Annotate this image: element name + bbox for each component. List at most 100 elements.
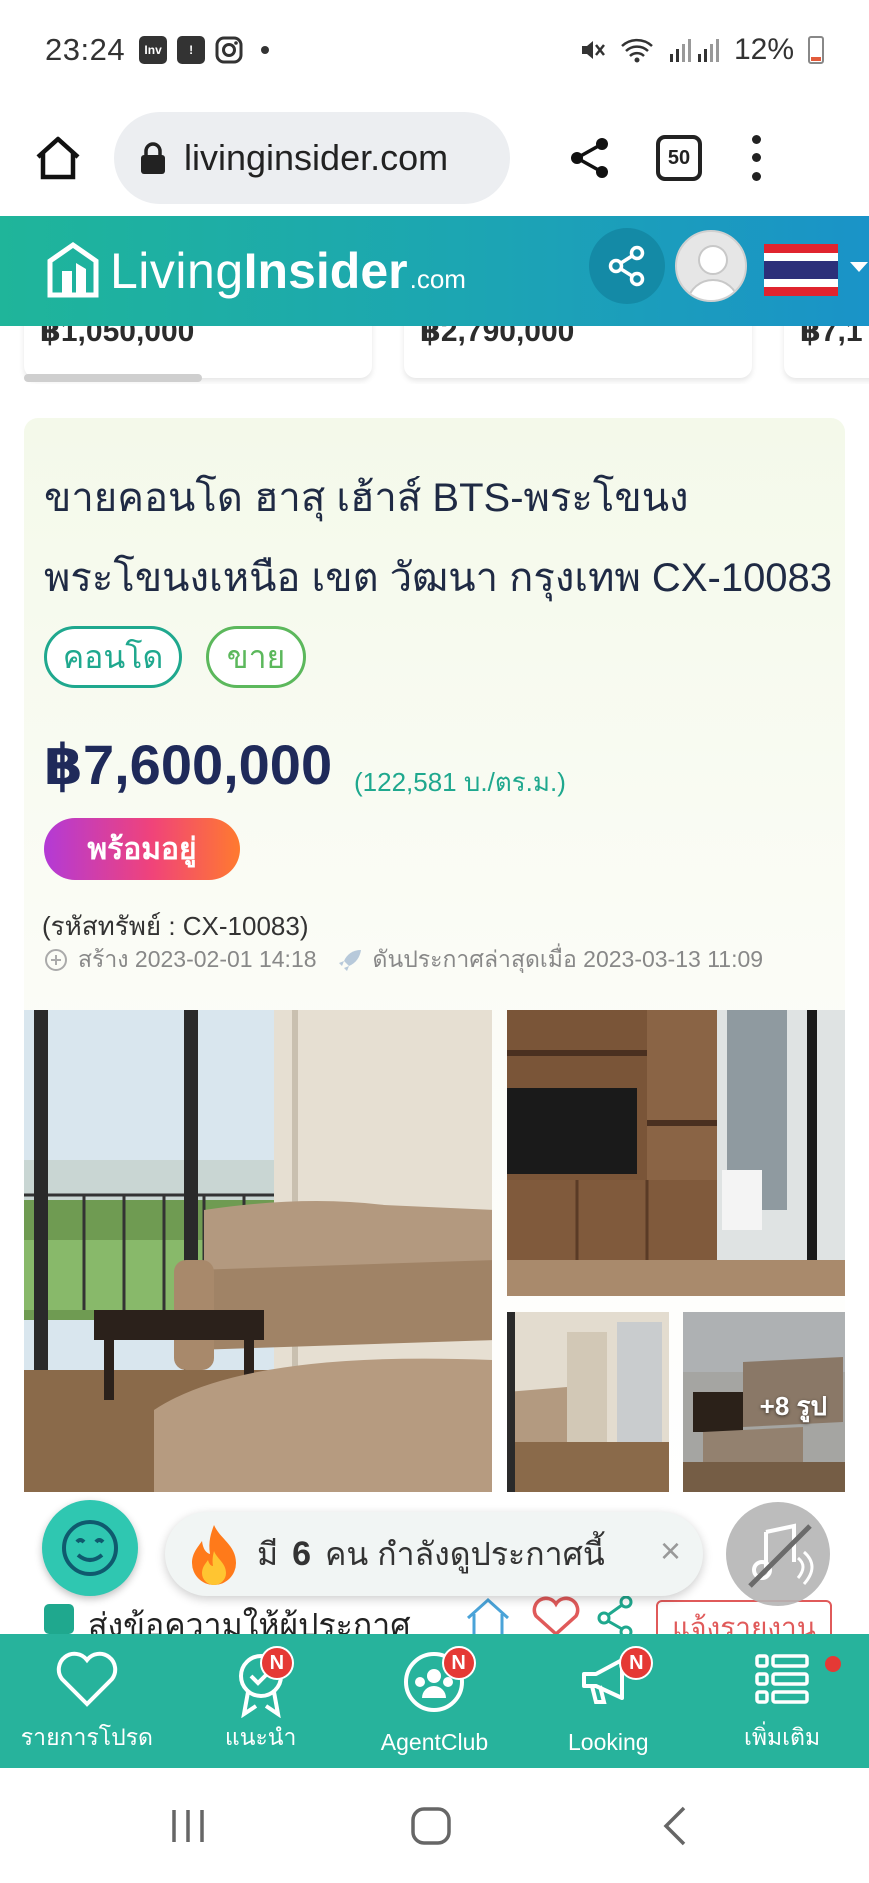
- nav-more-notification-dot: [825, 1656, 842, 1672]
- nav-recommended-label: แนะนำ: [224, 1724, 297, 1750]
- battery-percent: 12%: [733, 33, 794, 66]
- carousel-card-price: ฿1,050,000: [40, 326, 195, 348]
- gallery-main-photo[interactable]: [24, 1010, 492, 1492]
- android-navigation-bar: [0, 1768, 869, 1883]
- tag-condo[interactable]: คอนโด: [44, 626, 182, 688]
- app-badge-icon: Inv: [139, 36, 168, 64]
- share-icon: [571, 138, 608, 178]
- logo-word-living: Living: [110, 243, 244, 299]
- nav-agentclub[interactable]: N AgentClub: [348, 1634, 522, 1768]
- wifi-icon: [621, 38, 653, 63]
- viewers-suffix: คน กำลังดูประกาศนี้: [325, 1535, 605, 1572]
- home-icon: [36, 136, 80, 180]
- contact-owner-label[interactable]: ส่งข้อความให้ผู้ประกาศ: [88, 1600, 411, 1636]
- menu-list-icon: [755, 1654, 809, 1704]
- browser-menu-button[interactable]: [746, 130, 766, 186]
- nav-favorites-label: รายการโปรด: [20, 1724, 153, 1750]
- living-room-photo: [24, 1010, 492, 1492]
- recent-apps-icon[interactable]: [168, 1808, 208, 1844]
- logo-house-icon: [47, 241, 99, 298]
- contact-row: ส่งข้อความให้ผู้ประกาศ แจ้งรายงาน: [24, 1596, 845, 1636]
- listing-price: ฿7,600,000: [44, 733, 333, 796]
- alert-icon: !: [177, 36, 206, 64]
- created-date: สร้าง 2023-02-01 14:18: [78, 946, 317, 972]
- home-compare-icon[interactable]: [464, 1596, 512, 1636]
- more-dot-icon: [751, 134, 761, 144]
- nav-looking-badge: N: [619, 1646, 654, 1680]
- room-photo: [507, 1312, 669, 1492]
- back-icon[interactable]: [660, 1804, 690, 1848]
- nav-looking[interactable]: N Looking: [521, 1634, 695, 1768]
- nav-recommended[interactable]: N แนะนำ: [174, 1634, 348, 1768]
- home-button[interactable]: [30, 130, 86, 186]
- carousel-card[interactable]: ฿2,790,000: [404, 326, 752, 378]
- share-listing-icon[interactable]: [594, 1596, 638, 1636]
- rocket-icon: [338, 950, 361, 971]
- favorite-heart-icon[interactable]: [530, 1596, 582, 1636]
- signal-icon: [669, 39, 719, 62]
- gallery-more-photos[interactable]: +8 รูป: [683, 1312, 845, 1492]
- tab-switcher-button[interactable]: 50: [656, 135, 702, 181]
- user-avatar[interactable]: [675, 230, 747, 302]
- related-listings-carousel: ฿1,050,000 ฿2,790,000 ฿7,1: [0, 326, 869, 384]
- chat-bot-button[interactable]: [42, 1500, 138, 1596]
- nav-looking-label: Looking: [567, 1729, 649, 1755]
- logo-word-insider: Insider: [243, 243, 408, 299]
- property-code: (รหัสทรัพย์ : CX-10083): [42, 911, 309, 941]
- carousel-card[interactable]: ฿7,1: [784, 326, 869, 378]
- more-photos-count: +8 รูป: [759, 1391, 827, 1421]
- site-header: Living Insider .com: [0, 216, 869, 326]
- page: 23:24 Inv ! 12% livinginsider.com 50 Liv…: [0, 0, 869, 1883]
- smiley-face-icon: [62, 1520, 118, 1576]
- browser-share-button[interactable]: [562, 130, 618, 186]
- carousel-scroll-indicator: [24, 374, 202, 382]
- tag-sale[interactable]: ขาย: [206, 626, 306, 688]
- avatar-placeholder-icon: [686, 245, 740, 300]
- carousel-card-price: ฿7,1: [800, 326, 863, 348]
- report-button[interactable]: แจ้งรายงาน: [656, 1600, 832, 1636]
- more-dot-icon: [751, 172, 761, 182]
- nav-agentclub-label: AgentClub: [380, 1729, 489, 1755]
- bottom-navigation: รายการโปรด N แนะนำ N AgentClub N Looking…: [0, 1634, 869, 1768]
- listing-card: ขายคอนโด ฮาสุ เฮ้าส์ BTS-พระโขนง พระโขนง…: [24, 418, 845, 1510]
- message-checkbox-icon[interactable]: [44, 1604, 74, 1634]
- header-share-button[interactable]: [589, 228, 665, 304]
- music-muted-icon: [748, 1523, 814, 1588]
- status-right: 12%: [578, 33, 824, 67]
- address-bar[interactable]: livinginsider.com: [114, 112, 510, 204]
- gallery-photo[interactable]: [507, 1010, 845, 1296]
- nav-more-label: เพิ่มเติม: [744, 1724, 821, 1750]
- thai-flag-icon[interactable]: [764, 244, 838, 297]
- sound-toggle-button[interactable]: [726, 1502, 830, 1606]
- created-icon: [45, 949, 67, 971]
- fire-icon: [192, 1525, 236, 1585]
- nav-agentclub-badge: N: [441, 1646, 476, 1680]
- photo-gallery: +8 รูป: [24, 1010, 845, 1510]
- status-time: 23:24: [45, 32, 126, 67]
- close-viewers-banner-button[interactable]: ×: [660, 1530, 681, 1572]
- tv-cabinet-photo: [507, 1010, 845, 1296]
- lock-icon: [141, 142, 165, 174]
- share-icon: [608, 245, 645, 287]
- viewers-prefix: มี: [257, 1535, 279, 1572]
- nav-more[interactable]: เพิ่มเติม: [695, 1634, 869, 1768]
- gallery-photo[interactable]: [507, 1312, 669, 1492]
- language-dropdown-caret-icon[interactable]: [850, 262, 868, 272]
- nav-recommended-badge: N: [259, 1646, 294, 1680]
- status-bar: 23:24 Inv ! 12%: [0, 0, 869, 100]
- url-text: livinginsider.com: [184, 137, 449, 178]
- instagram-icon: [215, 36, 243, 64]
- carousel-card[interactable]: ฿1,050,000: [24, 326, 372, 378]
- android-home-icon[interactable]: [410, 1806, 452, 1846]
- price-per-sqm: (122,581 บ./ตร.ม.): [354, 767, 566, 797]
- nav-favorites[interactable]: รายการโปรด: [0, 1634, 174, 1768]
- status-notification-icons: Inv !: [139, 36, 270, 64]
- logo-domain: .com: [409, 263, 466, 294]
- site-logo[interactable]: Living Insider .com: [46, 241, 466, 301]
- heart-icon: [56, 1651, 118, 1707]
- mute-icon: [581, 41, 605, 59]
- more-dot-icon: [751, 153, 761, 163]
- carousel-card-price: ฿2,790,000: [420, 326, 575, 348]
- listing-meta: สร้าง 2023-02-01 14:18 ดันประกาศล่าสุดเม…: [44, 942, 763, 978]
- live-viewers-banner: มี 6 คน กำลังดูประกาศนี้ ×: [165, 1512, 703, 1596]
